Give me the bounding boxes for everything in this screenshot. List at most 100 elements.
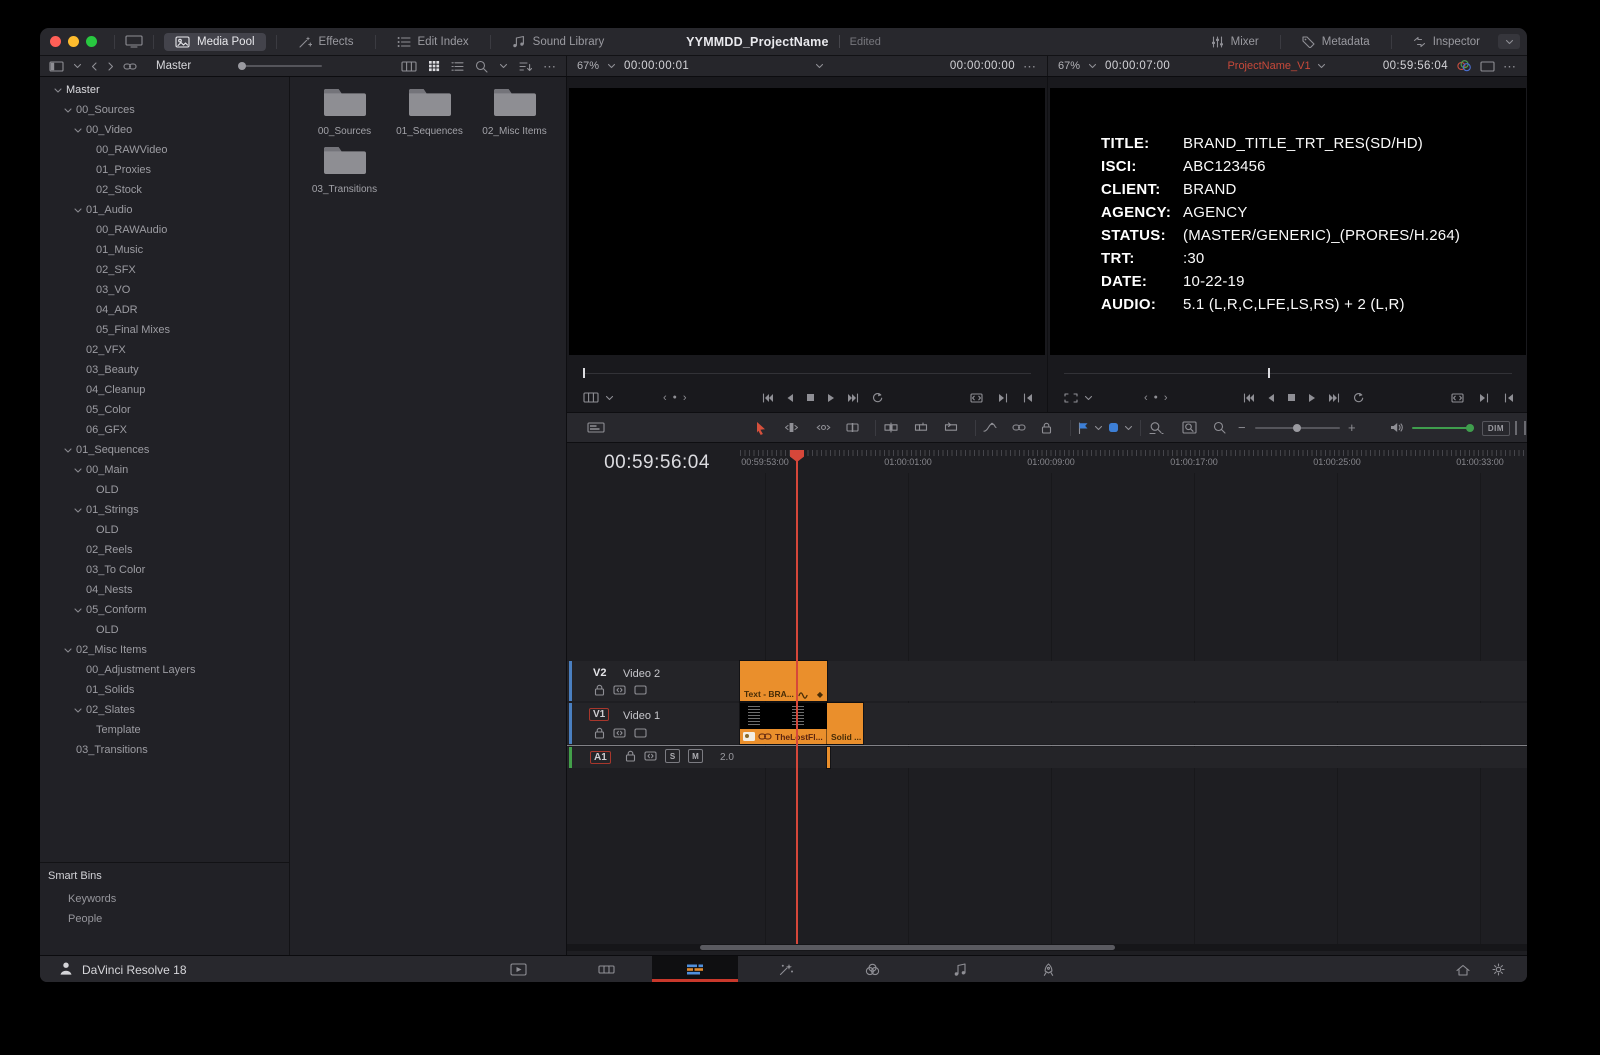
razor-edit-mode-icon[interactable] — [846, 413, 859, 442]
track-v2-name[interactable]: Video 2 — [623, 668, 660, 680]
source-zoom-level[interactable]: 67% — [577, 60, 599, 72]
track-v2-id[interactable]: V2 — [593, 667, 606, 679]
timeline-playhead[interactable] — [796, 450, 798, 944]
timeline-scrollbar-thumb[interactable] — [700, 945, 1115, 950]
bin-tree-item-old[interactable]: OLD — [40, 620, 289, 640]
page-fusion-button[interactable] — [764, 956, 808, 982]
bin-tree-item-02-stock[interactable]: 02_Stock — [40, 180, 289, 200]
timeline-first-frame-button[interactable] — [1243, 393, 1255, 403]
layout-presets-dropdown[interactable] — [1498, 34, 1520, 49]
track-v1[interactable] — [567, 703, 1527, 744]
chevron-down-icon[interactable] — [70, 128, 86, 133]
track-v1-name[interactable]: Video 1 — [623, 710, 660, 722]
sort-order-icon[interactable] — [519, 61, 532, 72]
timeline-play-button[interactable] — [1308, 393, 1316, 403]
timeline-zoom-level[interactable]: 67% — [1058, 60, 1080, 72]
bin-tree-item-03-beauty[interactable]: 03_Beauty — [40, 360, 289, 380]
flag-icon[interactable] — [1078, 413, 1089, 442]
track-v2-disable-icon[interactable] — [634, 685, 647, 695]
chevron-down-icon[interactable] — [50, 88, 66, 93]
timeline-current-timecode[interactable]: 00:00:07:00 — [1105, 60, 1170, 72]
chevron-down-icon[interactable] — [70, 708, 86, 713]
timeline-zoom-chevron-icon[interactable] — [1088, 63, 1097, 69]
bin-tree-item-05-color[interactable]: 05_Color — [40, 400, 289, 420]
smart-bin-people[interactable]: People — [40, 909, 289, 929]
bin-tree-item-03-to-color[interactable]: 03_To Color — [40, 560, 289, 580]
bin-tree-item-00-adjustment-layers[interactable]: 00_Adjustment Layers — [40, 660, 289, 680]
flag-color-chevron-icon[interactable] — [1094, 413, 1103, 442]
page-fairlight-button[interactable] — [938, 956, 982, 982]
media-pool-options-icon[interactable]: ⋯ — [543, 60, 557, 73]
timeline-ruler[interactable] — [740, 450, 1527, 456]
edit-index-button[interactable]: Edit Index — [386, 33, 480, 51]
bin-tree-item-old[interactable]: OLD — [40, 520, 289, 540]
track-a1-auto-select-icon[interactable] — [644, 751, 657, 761]
timeline-record-timecode[interactable]: 00:59:56:04 — [1383, 60, 1448, 72]
page-deliver-button[interactable] — [1026, 956, 1070, 982]
source-clip-view-chevron-icon[interactable] — [605, 395, 614, 401]
dim-audio-button[interactable]: DIM — [1482, 421, 1510, 436]
position-lock-icon[interactable] — [1041, 413, 1052, 442]
media-pool-button[interactable]: Media Pool — [164, 33, 266, 51]
search-options-chevron-icon[interactable] — [499, 63, 508, 69]
source-scrub-bar[interactable] — [583, 373, 1031, 374]
chevron-down-icon[interactable] — [60, 108, 76, 113]
track-v1-disable-icon[interactable] — [634, 728, 647, 738]
timeline-loop-button[interactable] — [1352, 392, 1364, 403]
chevron-down-icon[interactable] — [70, 508, 86, 513]
smart-bin-keywords[interactable]: Keywords — [40, 889, 289, 909]
full-extent-zoom-icon[interactable] — [1149, 413, 1164, 442]
track-v2-auto-select-icon[interactable] — [613, 685, 626, 695]
track-a1-lock-icon[interactable] — [625, 750, 636, 762]
folder-tile-02-misc-items[interactable]: 02_Misc Items — [472, 85, 557, 137]
timeline-scrub-bar[interactable] — [1064, 373, 1512, 374]
bin-tree-item-05-conform[interactable]: 05_Conform — [40, 600, 289, 620]
bin-tree-item-05-final-mixes[interactable]: 05_Final Mixes — [40, 320, 289, 340]
source-goto-in-icon[interactable] — [1023, 393, 1033, 403]
bin-tree-item-02-misc-items[interactable]: 02_Misc Items — [40, 640, 289, 660]
track-v1-lock-icon[interactable] — [594, 727, 605, 739]
timeline-view-chevron-icon[interactable] — [1084, 395, 1093, 401]
panel-resize-handle[interactable] — [1515, 421, 1526, 435]
chevron-down-icon[interactable] — [70, 208, 86, 213]
clip-a1-audio[interactable] — [827, 747, 830, 768]
insert-clip-icon[interactable] — [884, 413, 898, 442]
chevron-down-icon[interactable] — [70, 608, 86, 613]
bin-tree-item-06-gfx[interactable]: 06_GFX — [40, 420, 289, 440]
color-wheels-icon[interactable] — [1456, 60, 1472, 72]
folder-tile-00-sources[interactable]: 00_Sources — [302, 85, 387, 137]
metadata-button[interactable]: Metadata — [1291, 33, 1381, 51]
bin-back-icon[interactable] — [91, 62, 98, 71]
timeline-playhead-tick[interactable] — [1268, 368, 1270, 378]
bin-tree-item-03-vo[interactable]: 03_VO — [40, 280, 289, 300]
bin-tree-item-old[interactable]: OLD — [40, 480, 289, 500]
bin-tree-item-03-transitions[interactable]: 03_Transitions — [40, 740, 289, 760]
fullscreen-viewer-icon[interactable] — [1480, 61, 1495, 72]
timeline-stop-button[interactable] — [1287, 393, 1296, 402]
timeline-view-options-icon[interactable] — [587, 413, 605, 442]
timeline-match-frame-icon[interactable] — [1451, 393, 1464, 403]
track-a1-mute-button[interactable]: M — [688, 749, 703, 763]
timeline-name-chevron-icon[interactable] — [1317, 63, 1326, 69]
bin-tree-item-01-audio[interactable]: 01_Audio — [40, 200, 289, 220]
timeline-name[interactable]: ProjectName_V1 — [1227, 60, 1310, 72]
source-jog-control[interactable]: ‹●› — [663, 392, 687, 404]
timeline-match-view-icon[interactable] — [1064, 393, 1078, 403]
source-last-frame-button[interactable] — [847, 393, 859, 403]
source-viewer-options-icon[interactable]: ⋯ — [1023, 60, 1037, 73]
bin-tree-item-00-rawvideo[interactable]: 00_RAWVideo — [40, 140, 289, 160]
zoom-out-icon[interactable]: − — [1238, 413, 1246, 442]
marker-icon[interactable] — [1108, 413, 1119, 442]
timeline-goto-in-icon[interactable] — [1504, 393, 1514, 403]
thumbnail-view-icon[interactable] — [428, 60, 440, 72]
timeline-last-frame-button[interactable] — [1328, 393, 1340, 403]
search-icon[interactable] — [475, 60, 488, 73]
bin-tree-item-01-sequences[interactable]: 01_Sequences — [40, 440, 289, 460]
mixer-button[interactable]: Mixer — [1200, 33, 1270, 51]
folder-tile-01-sequences[interactable]: 01_Sequences — [387, 85, 472, 137]
source-play-reverse-button[interactable] — [786, 393, 794, 403]
bin-tree-item-02-reels[interactable]: 02_Reels — [40, 540, 289, 560]
chevron-down-icon[interactable] — [70, 468, 86, 473]
bin-tree-item-master[interactable]: Master — [40, 80, 289, 100]
track-v1-destination[interactable]: V1 — [589, 708, 609, 721]
